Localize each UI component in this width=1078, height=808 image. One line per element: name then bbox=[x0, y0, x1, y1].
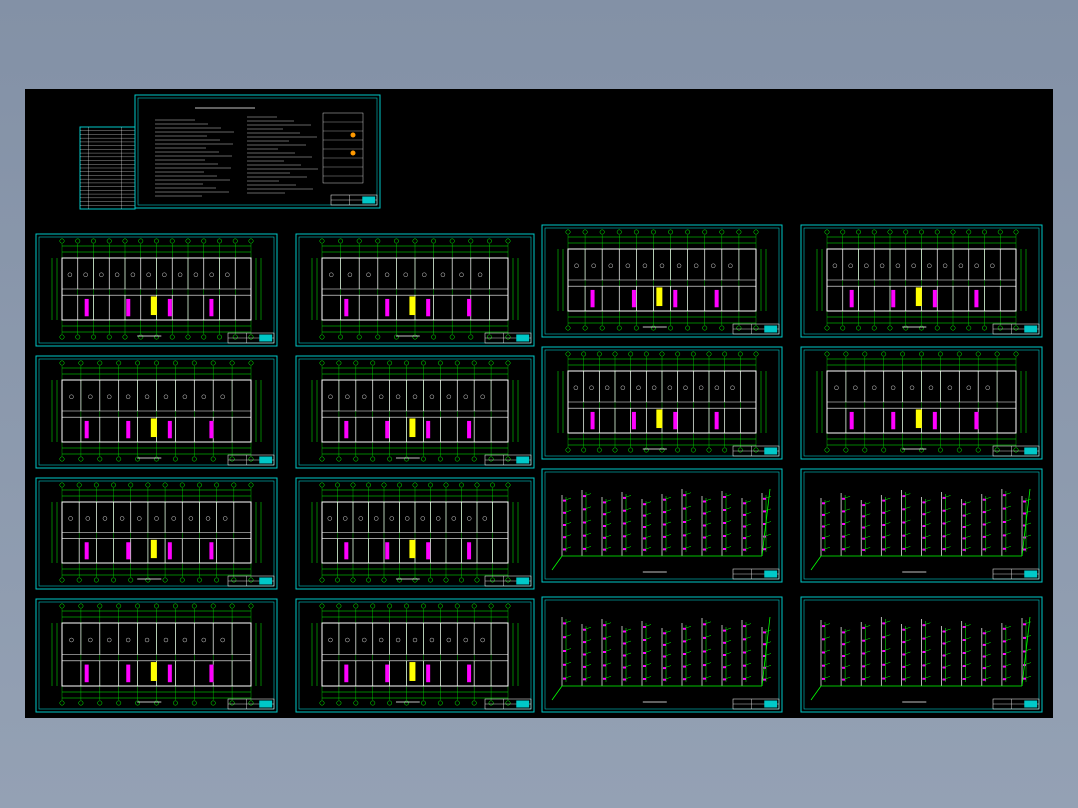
drawing-sheet-isometric[interactable] bbox=[800, 596, 1043, 713]
drawing-sheet-plan[interactable] bbox=[541, 346, 783, 460]
drawing-sheet-plan[interactable] bbox=[35, 355, 278, 469]
drawing-sheet-plan[interactable] bbox=[35, 477, 278, 590]
drawing-sheet-isometric[interactable] bbox=[800, 468, 1043, 583]
cad-drawing-svg bbox=[35, 94, 1043, 713]
drawing-sheet-index[interactable] bbox=[79, 126, 136, 210]
drawing-sheet-plan[interactable] bbox=[800, 346, 1043, 460]
drawing-sheet-plan[interactable] bbox=[35, 233, 278, 347]
drawing-sheet-plan[interactable] bbox=[295, 598, 535, 713]
cad-drawing-canvas[interactable] bbox=[25, 89, 1053, 718]
drawing-sheet-isometric[interactable] bbox=[541, 468, 783, 583]
drawing-sheet-plan[interactable] bbox=[800, 224, 1043, 338]
drawing-sheet-plan[interactable] bbox=[541, 224, 783, 338]
drawing-sheet-plan[interactable] bbox=[35, 598, 278, 713]
drawing-sheet-plan[interactable] bbox=[295, 355, 535, 469]
drawing-sheet-isometric[interactable] bbox=[541, 596, 783, 713]
drawing-sheet-plan[interactable] bbox=[295, 233, 535, 347]
drawing-sheet-plan[interactable] bbox=[295, 477, 535, 590]
drawing-sheet-notes[interactable] bbox=[134, 94, 381, 209]
